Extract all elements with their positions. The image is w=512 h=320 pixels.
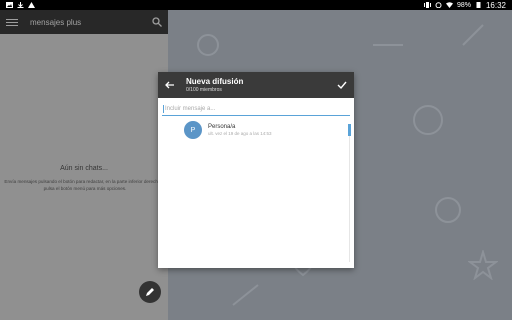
battery-icon <box>476 2 481 8</box>
empty-state-title: Aún sin chats... <box>60 165 108 172</box>
warning-notification-icon <box>28 2 35 8</box>
doodle-bone-icon <box>373 44 403 46</box>
doodle-ball-icon <box>435 197 461 223</box>
search-icon[interactable] <box>152 17 162 27</box>
contact-avatar: P <box>184 121 202 139</box>
doodle-pencil-icon <box>232 284 259 306</box>
image-notification-icon <box>6 2 13 8</box>
hamburger-menu-icon[interactable] <box>6 16 18 28</box>
vibrate-icon <box>423 2 431 8</box>
contact-name: Persona/a <box>208 124 236 130</box>
confirm-check-icon[interactable] <box>336 79 348 91</box>
recipient-search-placeholder: Incluir mensaje a... <box>165 105 216 112</box>
compose-button[interactable] <box>139 281 161 303</box>
scrollbar-track[interactable] <box>349 124 350 262</box>
clock: 16:32 <box>485 0 506 10</box>
doodle-star-icon <box>468 250 498 280</box>
download-notification-icon <box>17 2 24 8</box>
scrollbar-thumb[interactable] <box>348 124 351 136</box>
pencil-icon <box>146 288 154 296</box>
status-left-icons <box>6 2 35 8</box>
status-bar: 98% 16:32 <box>0 0 512 10</box>
status-right-icons: 98% 16:32 <box>423 0 506 10</box>
dialog-titles: Nueva difusión 0/100 miembros <box>186 77 336 94</box>
contact-last-seen: ult. vez el 19 de ago a las 14:53 <box>208 131 272 136</box>
dialog-title: Nueva difusión <box>186 76 244 86</box>
member-count: 0/100 miembros <box>186 86 222 93</box>
dialog-header: Nueva difusión 0/100 miembros <box>158 72 354 98</box>
battery-percent: 98% <box>456 1 471 9</box>
app-title: mensajes plus <box>30 17 82 27</box>
new-broadcast-dialog: Nueva difusión 0/100 miembros Incluir me… <box>158 72 354 268</box>
back-arrow-icon[interactable] <box>164 79 176 91</box>
chat-list-toolbar: mensajes plus <box>0 10 168 34</box>
empty-state-description: Envía mensajes pulsando el botón para re… <box>4 179 166 191</box>
chat-list-pane: mensajes plus Aún sin chats... Envía men… <box>0 10 168 320</box>
alarm-icon <box>435 2 442 8</box>
doodle-cat-icon <box>197 34 219 56</box>
text-caret <box>163 104 164 113</box>
recipient-search-input[interactable]: Incluir mensaje a... <box>162 102 350 116</box>
wifi-icon <box>445 2 453 8</box>
doodle-pen-icon <box>462 24 484 46</box>
doodle-cat-face-icon <box>413 105 443 135</box>
contact-text: Persona/a ult. vez el 19 de ago a las 14… <box>208 123 272 137</box>
contact-list-item[interactable]: P Persona/a ult. vez el 19 de ago a las … <box>184 120 354 140</box>
